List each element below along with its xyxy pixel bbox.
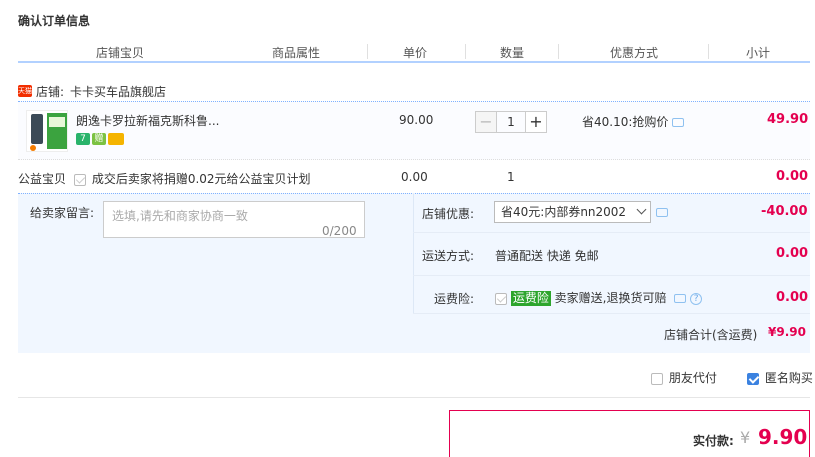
product-name-link[interactable]: 朗逸卡罗拉新福克斯科鲁... xyxy=(76,112,219,129)
panel-divider xyxy=(413,193,414,313)
increase-quantity-button[interactable]: + xyxy=(525,111,547,133)
header-divider xyxy=(18,61,810,63)
product-thumbnail[interactable] xyxy=(26,110,68,152)
gift-icon: 赠 xyxy=(92,133,106,145)
shop-total-amount: ¥9.90 xyxy=(768,325,806,339)
message-label: 给卖家留言: xyxy=(30,206,95,220)
quantity-stepper: − 1 + xyxy=(475,111,547,133)
payment-amount: 9.90 xyxy=(758,425,808,449)
col-divider xyxy=(708,44,709,59)
charity-subtotal: 0.00 xyxy=(776,169,809,184)
shipping-label: 运送方式: xyxy=(422,249,475,263)
anonymous-checkbox[interactable] xyxy=(747,372,759,385)
charity-label: 公益宝贝 xyxy=(18,172,67,186)
payment-label: 实付款: xyxy=(693,434,734,448)
friend-pay-label: 朋友代付 xyxy=(668,371,717,385)
promo-text: 省40.10:抢购价 xyxy=(582,113,685,130)
page-title: 确认订单信息 xyxy=(18,14,91,28)
decrease-quantity-button[interactable]: − xyxy=(475,111,497,133)
charity-desc: 成交后卖家将捐赠0.02元给公益宝贝计划 xyxy=(91,172,311,186)
col-header-item: 店铺宝贝 xyxy=(96,46,145,60)
insurance-desc: 卖家赠送,退换货可赔 xyxy=(554,291,667,305)
charity-quantity: 1 xyxy=(507,170,515,184)
product-badges: 7 赠 xyxy=(76,133,124,145)
row-divider xyxy=(413,313,810,314)
promo-label: 省40.10:抢购价 xyxy=(582,115,669,129)
promo-info-icon[interactable] xyxy=(672,118,685,127)
quantity-input[interactable]: 1 xyxy=(497,111,525,133)
unit-price: 90.00 xyxy=(399,113,434,127)
message-placeholder: 选填,请先和商家协商一致 xyxy=(112,209,248,223)
insurance-chat-icon[interactable] xyxy=(674,294,687,303)
shop-discount-select[interactable]: 省40元:内部券nn2002 xyxy=(494,201,651,223)
shipping-amount: 0.00 xyxy=(776,246,809,261)
anonymous-label: 匿名购买 xyxy=(764,371,813,385)
col-header-attr: 商品属性 xyxy=(272,46,321,60)
insurance-amount: 0.00 xyxy=(776,290,809,305)
insurance-checkbox[interactable] xyxy=(495,292,507,305)
col-divider xyxy=(558,44,559,59)
shop-name-link[interactable]: 卡卡买车品旗舰店 xyxy=(70,83,166,100)
col-header-subtotal: 小计 xyxy=(746,46,771,60)
friend-pay-checkbox[interactable] xyxy=(651,372,663,385)
credit-card-icon xyxy=(108,133,124,145)
shop-discount-label: 店铺优惠: xyxy=(422,207,475,221)
friend-pay-option[interactable]: 朋友代付 xyxy=(651,369,717,386)
shop-label: 店铺: xyxy=(36,85,65,99)
charity-option: 成交后卖家将捐赠0.02元给公益宝贝计划 xyxy=(74,170,311,187)
shop-discount-amount: -40.00 xyxy=(761,204,808,219)
charity-price: 0.00 xyxy=(401,170,428,184)
shipping-value: 普通配送 快递 免邮 xyxy=(495,249,599,263)
col-header-promo: 优惠方式 xyxy=(610,46,659,60)
shop-total-label: 店铺合计(含运费) xyxy=(664,328,758,342)
return-7day-icon: 7 xyxy=(76,133,90,145)
help-icon[interactable]: ? xyxy=(690,292,703,305)
col-header-qty: 数量 xyxy=(500,46,525,60)
charity-checkbox[interactable] xyxy=(74,173,86,186)
row-divider xyxy=(413,275,810,276)
row-divider xyxy=(413,232,810,233)
insurance-option: 运费险 卖家赠送,退换货可赔 ? xyxy=(495,289,703,306)
order-item-row xyxy=(18,101,810,160)
payment-summary-box xyxy=(449,410,810,457)
col-divider xyxy=(465,44,466,59)
col-header-price: 单价 xyxy=(403,46,428,60)
item-subtotal: 49.90 xyxy=(767,112,809,127)
anonymous-option[interactable]: 匿名购买 xyxy=(747,369,813,386)
shop-discount-selected: 省40元:内部券nn2002 xyxy=(501,205,627,219)
col-divider xyxy=(367,44,368,59)
options-divider xyxy=(18,397,810,398)
insurance-label: 运费险: xyxy=(434,292,475,306)
shop-icon: 天猫 xyxy=(18,85,32,97)
insurance-tag: 运费险 xyxy=(510,291,551,306)
payment-currency: ¥ xyxy=(740,428,751,447)
discount-info-icon[interactable] xyxy=(656,208,668,217)
message-char-counter: 0/200 xyxy=(322,224,357,238)
chevron-down-icon xyxy=(636,204,647,215)
